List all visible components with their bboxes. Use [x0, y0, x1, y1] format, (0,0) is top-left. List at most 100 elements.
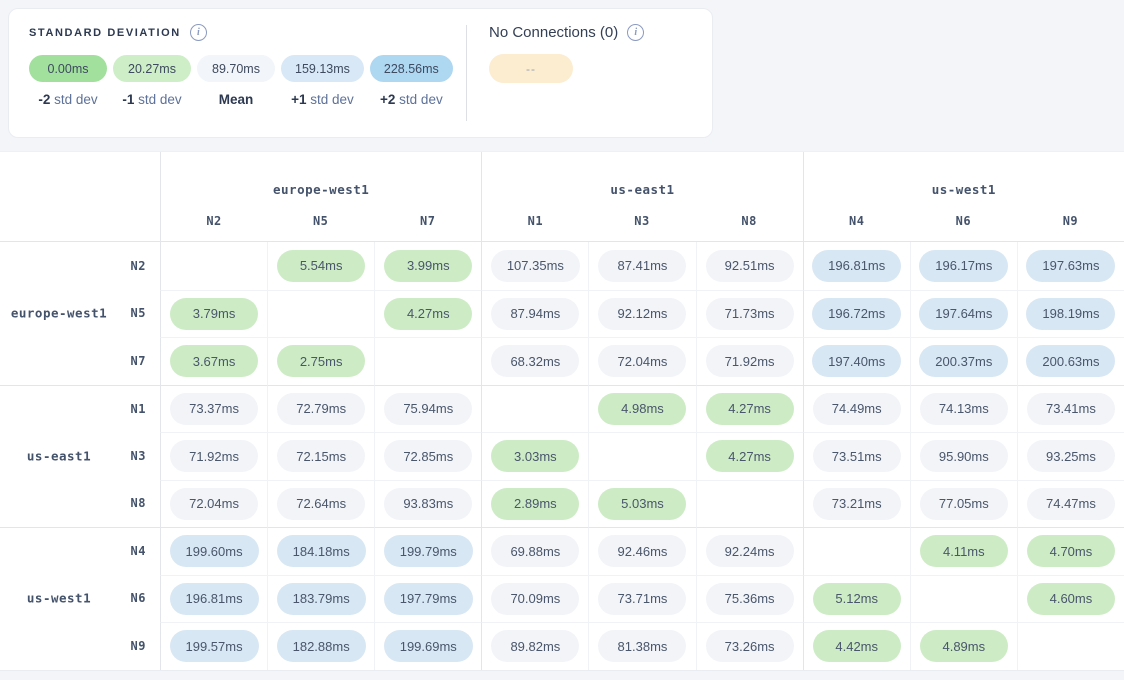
- latency-pill[interactable]: 4.70ms: [1027, 535, 1115, 567]
- latency-pill[interactable]: 196.81ms: [170, 583, 259, 615]
- latency-pill[interactable]: 87.41ms: [598, 250, 686, 282]
- latency-cell-empty: [803, 527, 910, 575]
- latency-pill[interactable]: 182.88ms: [277, 630, 366, 662]
- latency-cell: 71.92ms: [160, 432, 267, 480]
- latency-pill[interactable]: 4.27ms: [706, 440, 794, 472]
- latency-pill[interactable]: 107.35ms: [491, 250, 580, 282]
- latency-pill[interactable]: 199.79ms: [384, 535, 473, 567]
- legend-pill: 0.00ms: [29, 55, 107, 82]
- latency-pill[interactable]: 73.41ms: [1027, 393, 1115, 425]
- latency-pill[interactable]: 200.37ms: [919, 345, 1008, 377]
- latency-pill[interactable]: 81.38ms: [598, 630, 686, 662]
- latency-cell: 196.81ms: [160, 575, 267, 623]
- latency-cell: 92.46ms: [588, 527, 695, 575]
- column-node-header: N8: [696, 200, 803, 242]
- matrix-corner: [0, 152, 160, 200]
- latency-pill[interactable]: 92.46ms: [598, 535, 686, 567]
- latency-pill[interactable]: 196.17ms: [919, 250, 1008, 282]
- latency-pill[interactable]: 197.40ms: [812, 345, 901, 377]
- latency-pill[interactable]: 5.12ms: [813, 583, 901, 615]
- latency-pill[interactable]: 68.32ms: [491, 345, 579, 377]
- latency-pill[interactable]: 93.83ms: [384, 488, 472, 520]
- latency-pill[interactable]: 183.79ms: [277, 583, 366, 615]
- latency-pill[interactable]: 89.82ms: [491, 630, 579, 662]
- latency-cell: 93.25ms: [1017, 432, 1124, 480]
- latency-pill[interactable]: 72.04ms: [598, 345, 686, 377]
- latency-pill[interactable]: 73.26ms: [706, 630, 794, 662]
- latency-pill[interactable]: 73.51ms: [813, 440, 901, 472]
- latency-pill[interactable]: 92.12ms: [598, 298, 686, 330]
- latency-pill[interactable]: 184.18ms: [277, 535, 366, 567]
- latency-cell: 93.83ms: [374, 480, 481, 528]
- latency-pill[interactable]: 74.47ms: [1027, 488, 1115, 520]
- latency-pill[interactable]: 3.03ms: [491, 440, 579, 472]
- latency-pill[interactable]: 71.92ms: [170, 440, 258, 472]
- latency-cell: 197.79ms: [374, 575, 481, 623]
- column-node-header: N4: [803, 200, 910, 242]
- row-label: N8: [0, 480, 160, 528]
- latency-pill[interactable]: 4.27ms: [706, 393, 794, 425]
- latency-pill[interactable]: 92.24ms: [706, 535, 794, 567]
- latency-pill[interactable]: 5.03ms: [598, 488, 686, 520]
- latency-pill[interactable]: 92.51ms: [706, 250, 794, 282]
- latency-cell: 196.81ms: [803, 242, 910, 290]
- latency-pill[interactable]: 4.98ms: [598, 393, 686, 425]
- latency-cell: 5.54ms: [267, 242, 374, 290]
- latency-pill[interactable]: 73.37ms: [170, 393, 258, 425]
- latency-pill[interactable]: 95.90ms: [920, 440, 1008, 472]
- latency-pill[interactable]: 74.49ms: [813, 393, 901, 425]
- latency-pill[interactable]: 87.94ms: [491, 298, 579, 330]
- latency-cell-empty: [160, 242, 267, 290]
- latency-pill[interactable]: 71.73ms: [706, 298, 794, 330]
- latency-pill[interactable]: 71.92ms: [706, 345, 794, 377]
- latency-pill[interactable]: 72.15ms: [277, 440, 365, 472]
- latency-pill[interactable]: 75.94ms: [384, 393, 472, 425]
- latency-cell-empty: [910, 575, 1017, 623]
- latency-pill[interactable]: 70.09ms: [491, 583, 579, 615]
- latency-cell: 197.63ms: [1017, 242, 1124, 290]
- latency-pill[interactable]: 73.21ms: [813, 488, 901, 520]
- latency-pill[interactable]: 3.99ms: [384, 250, 472, 282]
- latency-pill[interactable]: 74.13ms: [920, 393, 1008, 425]
- legend-card: STANDARD DEVIATION i 0.00ms-2 std dev20.…: [8, 8, 713, 138]
- latency-cell: 182.88ms: [267, 622, 374, 670]
- latency-cell: 73.41ms: [1017, 385, 1124, 433]
- latency-pill[interactable]: 4.60ms: [1027, 583, 1115, 615]
- latency-pill[interactable]: 72.85ms: [384, 440, 472, 472]
- latency-pill[interactable]: 2.89ms: [491, 488, 579, 520]
- info-icon[interactable]: i: [190, 24, 207, 41]
- latency-pill[interactable]: 69.88ms: [491, 535, 579, 567]
- latency-pill[interactable]: 5.54ms: [277, 250, 365, 282]
- latency-pill[interactable]: 198.19ms: [1026, 298, 1115, 330]
- latency-pill[interactable]: 197.79ms: [384, 583, 473, 615]
- latency-pill[interactable]: 72.79ms: [277, 393, 365, 425]
- latency-pill[interactable]: 2.75ms: [277, 345, 365, 377]
- latency-pill[interactable]: 75.36ms: [706, 583, 794, 615]
- legend-item: 159.13ms+1 std dev: [281, 55, 364, 107]
- latency-pill[interactable]: 199.60ms: [170, 535, 259, 567]
- latency-pill[interactable]: 200.63ms: [1026, 345, 1115, 377]
- latency-cell: 200.37ms: [910, 337, 1017, 385]
- latency-pill[interactable]: 93.25ms: [1027, 440, 1115, 472]
- latency-pill[interactable]: 4.27ms: [384, 298, 472, 330]
- latency-pill[interactable]: 77.05ms: [920, 488, 1008, 520]
- latency-cell: 196.72ms: [803, 290, 910, 338]
- latency-pill[interactable]: 196.72ms: [812, 298, 901, 330]
- latency-pill[interactable]: 3.79ms: [170, 298, 258, 330]
- latency-pill[interactable]: 73.71ms: [598, 583, 686, 615]
- latency-pill[interactable]: 4.89ms: [920, 630, 1008, 662]
- latency-pill[interactable]: 3.67ms: [170, 345, 258, 377]
- latency-pill[interactable]: 196.81ms: [812, 250, 901, 282]
- latency-pill[interactable]: 197.63ms: [1026, 250, 1115, 282]
- latency-pill[interactable]: 199.57ms: [170, 630, 259, 662]
- latency-pill[interactable]: 72.64ms: [277, 488, 365, 520]
- latency-pill[interactable]: 72.04ms: [170, 488, 258, 520]
- info-icon[interactable]: i: [627, 24, 644, 41]
- latency-cell: 95.90ms: [910, 432, 1017, 480]
- latency-pill[interactable]: 199.69ms: [384, 630, 473, 662]
- row-label: N2: [0, 242, 160, 290]
- latency-pill[interactable]: 197.64ms: [919, 298, 1008, 330]
- latency-cell: 197.40ms: [803, 337, 910, 385]
- latency-pill[interactable]: 4.11ms: [920, 535, 1008, 567]
- latency-pill[interactable]: 4.42ms: [813, 630, 901, 662]
